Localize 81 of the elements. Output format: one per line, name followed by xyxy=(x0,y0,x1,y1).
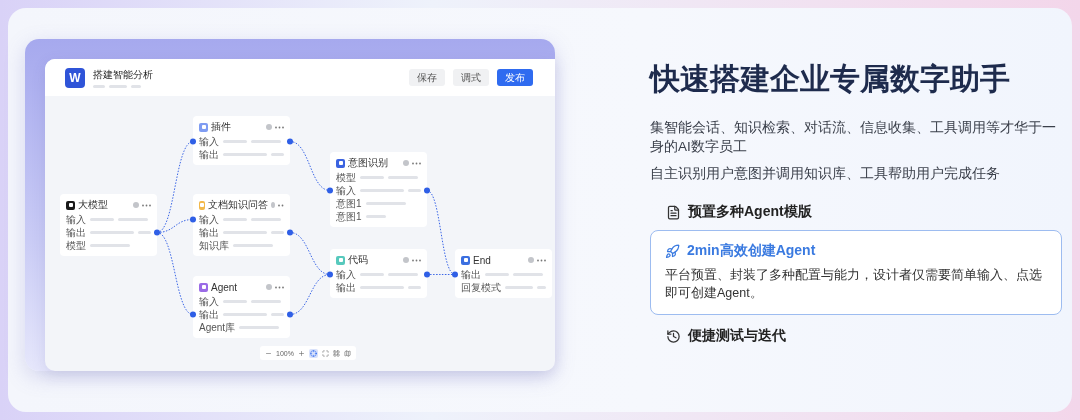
node-card[interactable]: 代码 输入 输出 xyxy=(330,249,427,298)
field-label: 输入 xyxy=(199,212,219,227)
port-dot[interactable] xyxy=(287,229,293,236)
map-icon[interactable] xyxy=(343,349,351,357)
node-icon xyxy=(461,255,470,265)
field-label: 意图1 xyxy=(336,209,362,224)
node-card[interactable]: 意图识别 模型 输入 意图1 意图1 xyxy=(330,152,427,227)
port-dot[interactable] xyxy=(190,216,196,223)
rocket-icon xyxy=(665,243,680,259)
toolbar-button[interactable]: 保存 xyxy=(409,69,445,86)
field-label: 输出 xyxy=(199,225,219,240)
intro-text: 自主识别用户意图并调用知识库、工具帮助用户完成任务 xyxy=(650,165,1001,183)
field-label: 回复模式 xyxy=(461,280,501,295)
node-card[interactable]: End 输出 回复模式 xyxy=(455,249,552,298)
more-icon[interactable] xyxy=(275,285,284,289)
intro-text: 集智能会话、知识检索、对话流、信息收集、工具调用等才华于一身的AI数字员工 xyxy=(650,119,1057,156)
node-title: 大模型 xyxy=(78,198,109,212)
field-label: 模型 xyxy=(336,170,356,185)
node-card[interactable]: 大模型 输入 输出 模型 xyxy=(60,194,157,256)
port-dot[interactable] xyxy=(452,271,458,278)
field-label: 意图1 xyxy=(336,196,362,211)
document-icon xyxy=(666,204,681,220)
field-label: 输出 xyxy=(199,307,219,322)
app-title: 搭建智能分析 xyxy=(93,67,154,82)
node-title: 文档知识问答 xyxy=(208,198,268,212)
feature-item[interactable]: 便捷测试与迭代 xyxy=(650,327,1062,345)
history-icon xyxy=(666,328,681,344)
node-card[interactable]: Agent 输入 输出 Agent库 xyxy=(193,276,290,338)
locate-button[interactable] xyxy=(308,348,318,358)
field-label: 输入 xyxy=(336,183,356,198)
port-dot[interactable] xyxy=(190,138,196,145)
field-label: 输出 xyxy=(199,147,219,162)
node-title: 代码 xyxy=(348,253,369,267)
feature-title: 便捷测试与迭代 xyxy=(688,327,786,345)
node-title: End xyxy=(473,254,492,266)
port-dot[interactable] xyxy=(327,187,333,194)
field-label: 输出 xyxy=(461,267,481,282)
node-card[interactable]: 插件 输入 输出 xyxy=(193,116,290,165)
field-label: 输入 xyxy=(199,294,219,309)
node-title: Agent xyxy=(211,281,239,293)
field-label: 模型 xyxy=(66,238,86,253)
grid-icon[interactable] xyxy=(332,349,340,357)
more-icon[interactable] xyxy=(278,203,284,207)
port-dot[interactable] xyxy=(327,271,333,278)
field-label: 输出 xyxy=(66,225,86,240)
node-icon xyxy=(199,122,208,132)
port-dot[interactable] xyxy=(424,187,430,194)
more-icon[interactable] xyxy=(275,125,284,129)
more-icon[interactable] xyxy=(412,258,421,262)
app-logo: W xyxy=(65,67,85,88)
toolbar-button[interactable]: 调式 xyxy=(453,69,489,86)
more-icon[interactable] xyxy=(537,258,546,262)
field-label: 知识库 xyxy=(199,238,229,253)
feature-description: 平台预置、封装了多种配置与能力，设计者仅需要简单输入、点选即可创建Agent。 xyxy=(665,267,1043,302)
node-icon xyxy=(199,282,208,292)
feature-card[interactable]: 2min高效创建Agent 平台预置、封装了多种配置与能力，设计者仅需要简单输入、点选即可创建Agent。 xyxy=(650,230,1062,315)
port-dot[interactable] xyxy=(287,138,293,145)
port-dot[interactable] xyxy=(154,229,160,236)
feature-item[interactable]: 预置多种Agent模版 xyxy=(650,203,1062,221)
node-card[interactable]: 文档知识问答 输入 输出 知识库 xyxy=(193,194,290,256)
port-dot[interactable] xyxy=(287,311,293,318)
node-icon xyxy=(336,158,345,168)
more-icon[interactable] xyxy=(412,161,421,165)
node-title: 插件 xyxy=(211,120,232,134)
field-label: Agent库 xyxy=(199,320,236,335)
node-icon xyxy=(336,255,345,265)
field-label: 输入 xyxy=(336,267,356,282)
node-title: 意图识别 xyxy=(348,156,389,170)
page-heading: 快速搭建企业专属数字助手 xyxy=(650,61,1011,97)
field-label: 输入 xyxy=(199,134,219,149)
node-icon xyxy=(199,200,205,210)
feature-title: 预置多种Agent模版 xyxy=(688,203,812,221)
port-dot[interactable] xyxy=(190,311,196,318)
publish-button[interactable]: 发布 xyxy=(497,69,533,86)
more-icon[interactable] xyxy=(142,203,151,207)
field-label: 输出 xyxy=(336,280,356,295)
node-icon xyxy=(66,200,75,210)
field-label: 输入 xyxy=(66,212,86,227)
feature-title: 2min高效创建Agent xyxy=(687,242,816,260)
port-dot[interactable] xyxy=(424,271,430,278)
zoom-in-icon[interactable] xyxy=(297,349,305,357)
